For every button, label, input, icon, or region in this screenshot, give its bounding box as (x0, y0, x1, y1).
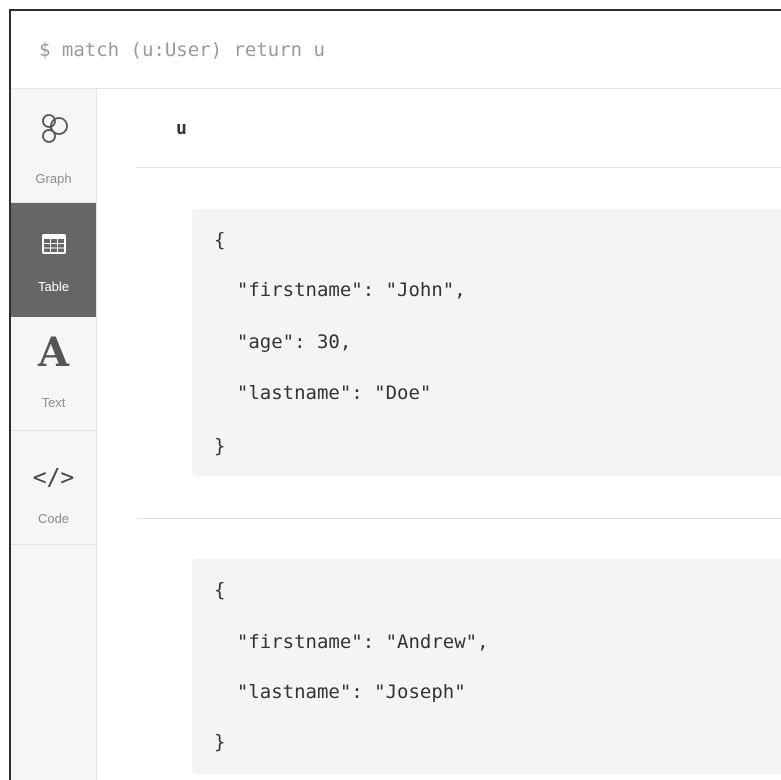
query-bar[interactable]: $ match (u:User) return u (11, 11, 781, 89)
column-header: u (176, 118, 187, 139)
result-row-2: { "firstname": "Andrew", "lastname": "Jo… (192, 559, 781, 774)
code-line: { (214, 229, 226, 251)
text-icon: A (37, 329, 70, 376)
tab-graph[interactable]: Graph (11, 89, 96, 203)
tab-table-label: Table (37, 279, 70, 294)
header-divider (137, 167, 781, 168)
code-line: } (214, 435, 226, 457)
code-icon: </> (32, 465, 75, 491)
code-line: "firstname": "Andrew", (214, 631, 489, 653)
tab-text-label: Text (41, 395, 66, 410)
code-line: "lastname": "Joseph" (214, 681, 466, 703)
query-text[interactable]: $ match (u:User) return u (39, 39, 325, 61)
code-line: } (214, 731, 226, 753)
code-line: "firstname": "John", (214, 279, 466, 301)
graph-icon (11, 113, 96, 150)
table-icon (11, 233, 96, 260)
tab-code-label: Code (37, 511, 70, 526)
code-line: { (214, 579, 226, 601)
tab-text[interactable]: A Text (11, 317, 96, 431)
row-divider (137, 518, 781, 519)
tab-graph-label: Graph (35, 171, 72, 186)
code-line: "lastname": "Doe" (214, 382, 432, 404)
result-frame: $ match (u:User) return u Graph Table A … (9, 9, 781, 780)
tab-code[interactable]: </> Code (11, 431, 96, 545)
code-line: "age": 30, (214, 331, 352, 353)
tab-table[interactable]: Table (11, 203, 96, 317)
view-sidebar: Graph Table A Text </> Code (11, 89, 97, 780)
result-row-1: { "firstname": "John", "age": 30, "lastn… (192, 209, 781, 476)
